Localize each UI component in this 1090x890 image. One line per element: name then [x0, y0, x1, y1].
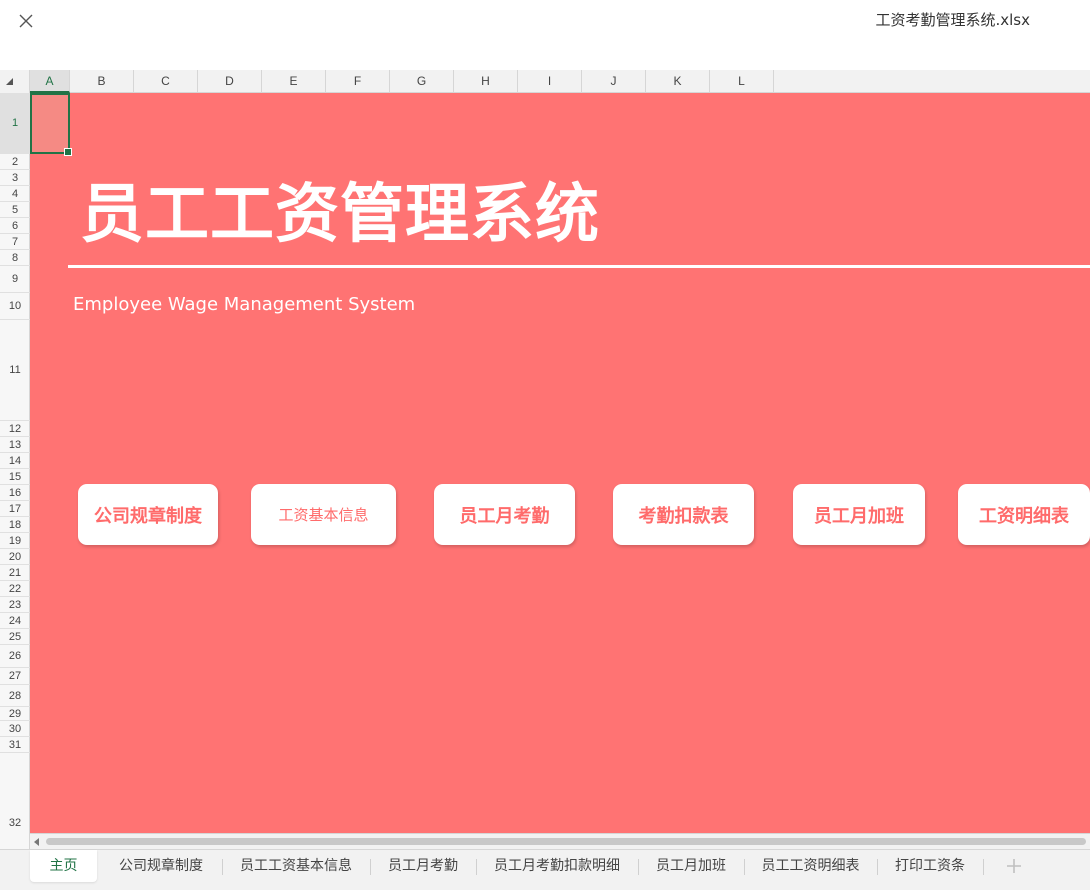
monthly-overtime-button[interactable]: 员工月加班	[793, 484, 925, 545]
tab-monthly-attendance[interactable]: 员工月考勤	[378, 850, 468, 882]
scrollbar-thumb[interactable]	[46, 838, 1086, 845]
row-header-22[interactable]: 22	[0, 581, 30, 597]
sheet-canvas: 员工工资管理系统 Employee Wage Management System…	[30, 93, 1090, 833]
tab-separator	[638, 859, 639, 875]
column-header-bar: A B C D E F G H I J K L	[0, 70, 1090, 93]
column-header-b[interactable]: B	[70, 70, 134, 93]
column-header-d[interactable]: D	[198, 70, 262, 93]
row-header-23[interactable]: 23	[0, 597, 30, 613]
sheet-tab-bar: 主页 公司规章制度 员工工资基本信息 员工月考勤 员工月考勤扣款明细 员工月加班…	[0, 849, 1090, 890]
scroll-left-icon[interactable]	[34, 838, 39, 846]
row-header-12[interactable]: 12	[0, 421, 30, 437]
row-header-26[interactable]: 26	[0, 645, 30, 668]
row-header-30[interactable]: 30	[0, 721, 30, 737]
select-all-corner[interactable]	[0, 70, 30, 93]
title-divider	[68, 265, 1090, 268]
row-header-10[interactable]: 10	[0, 293, 30, 320]
row-header-11[interactable]: 11	[0, 320, 30, 421]
column-header-l[interactable]: L	[710, 70, 774, 93]
row-header-31[interactable]: 31	[0, 737, 30, 753]
row-header-bar: 1 2 3 4 5 6 7 8 9 10 11 12 13 14 15 16 1…	[0, 93, 30, 853]
row-header-13[interactable]: 13	[0, 437, 30, 453]
tab-attendance-deduction[interactable]: 员工月考勤扣款明细	[484, 850, 630, 882]
close-icon[interactable]	[14, 9, 38, 33]
tab-home[interactable]: 主页	[30, 850, 97, 882]
column-header-c[interactable]: C	[134, 70, 198, 93]
row-header-5[interactable]: 5	[0, 202, 30, 218]
row-header-7[interactable]: 7	[0, 234, 30, 250]
tab-separator	[370, 859, 371, 875]
row-header-29[interactable]: 29	[0, 707, 30, 721]
column-header-h[interactable]: H	[454, 70, 518, 93]
attendance-deduction-button[interactable]: 考勤扣款表	[613, 484, 754, 545]
row-header-4[interactable]: 4	[0, 186, 30, 202]
file-title: 工资考勤管理系统.xlsx	[875, 11, 1030, 29]
row-header-17[interactable]: 17	[0, 501, 30, 517]
row-header-6[interactable]: 6	[0, 218, 30, 234]
row-header-16[interactable]: 16	[0, 485, 30, 501]
add-sheet-icon[interactable]	[1003, 855, 1025, 877]
column-header-f[interactable]: F	[326, 70, 390, 93]
selected-cell-a1[interactable]	[30, 93, 72, 156]
column-header-g[interactable]: G	[390, 70, 454, 93]
wage-basic-info-button[interactable]: 工资基本信息	[251, 484, 396, 545]
tab-wage-basic-info[interactable]: 员工工资基本信息	[230, 850, 362, 882]
row-header-15[interactable]: 15	[0, 469, 30, 485]
column-header-j[interactable]: J	[582, 70, 646, 93]
select-all-icon	[6, 78, 13, 85]
row-header-25[interactable]: 25	[0, 629, 30, 645]
row-header-27[interactable]: 27	[0, 668, 30, 685]
row-header-1[interactable]: 1	[0, 93, 30, 154]
tab-separator	[222, 859, 223, 875]
row-header-9[interactable]: 9	[0, 266, 30, 293]
column-header-i[interactable]: I	[518, 70, 582, 93]
tab-wage-detail[interactable]: 员工工资明细表	[752, 850, 869, 882]
tab-company-rules[interactable]: 公司规章制度	[107, 850, 215, 882]
company-rules-button[interactable]: 公司规章制度	[78, 484, 218, 545]
row-header-14[interactable]: 14	[0, 453, 30, 469]
row-header-18[interactable]: 18	[0, 517, 30, 533]
row-header-32[interactable]: 32	[0, 753, 30, 833]
column-header-k[interactable]: K	[646, 70, 710, 93]
tab-separator	[744, 859, 745, 875]
row-header-3[interactable]: 3	[0, 170, 30, 186]
tab-separator	[983, 859, 984, 875]
tab-separator	[476, 859, 477, 875]
row-header-20[interactable]: 20	[0, 549, 30, 565]
tab-monthly-overtime[interactable]: 员工月加班	[646, 850, 736, 882]
column-header-a[interactable]: A	[30, 70, 70, 93]
tab-separator	[877, 859, 878, 875]
tab-print-payslip[interactable]: 打印工资条	[885, 850, 975, 882]
row-header-19[interactable]: 19	[0, 533, 30, 549]
column-header-e[interactable]: E	[262, 70, 326, 93]
monthly-attendance-button[interactable]: 员工月考勤	[434, 484, 575, 545]
page-subtitle: Employee Wage Management System	[73, 294, 416, 315]
row-header-28[interactable]: 28	[0, 685, 30, 707]
row-header-8[interactable]: 8	[0, 250, 30, 266]
page-title: 员工工资管理系统	[80, 178, 600, 252]
row-header-2[interactable]: 2	[0, 154, 30, 170]
row-header-24[interactable]: 24	[0, 613, 30, 629]
horizontal-scrollbar[interactable]	[30, 833, 1090, 849]
title-bar: 工资考勤管理系统.xlsx	[0, 0, 1090, 70]
wage-detail-button[interactable]: 工资明细表	[958, 484, 1090, 545]
row-header-21[interactable]: 21	[0, 565, 30, 581]
